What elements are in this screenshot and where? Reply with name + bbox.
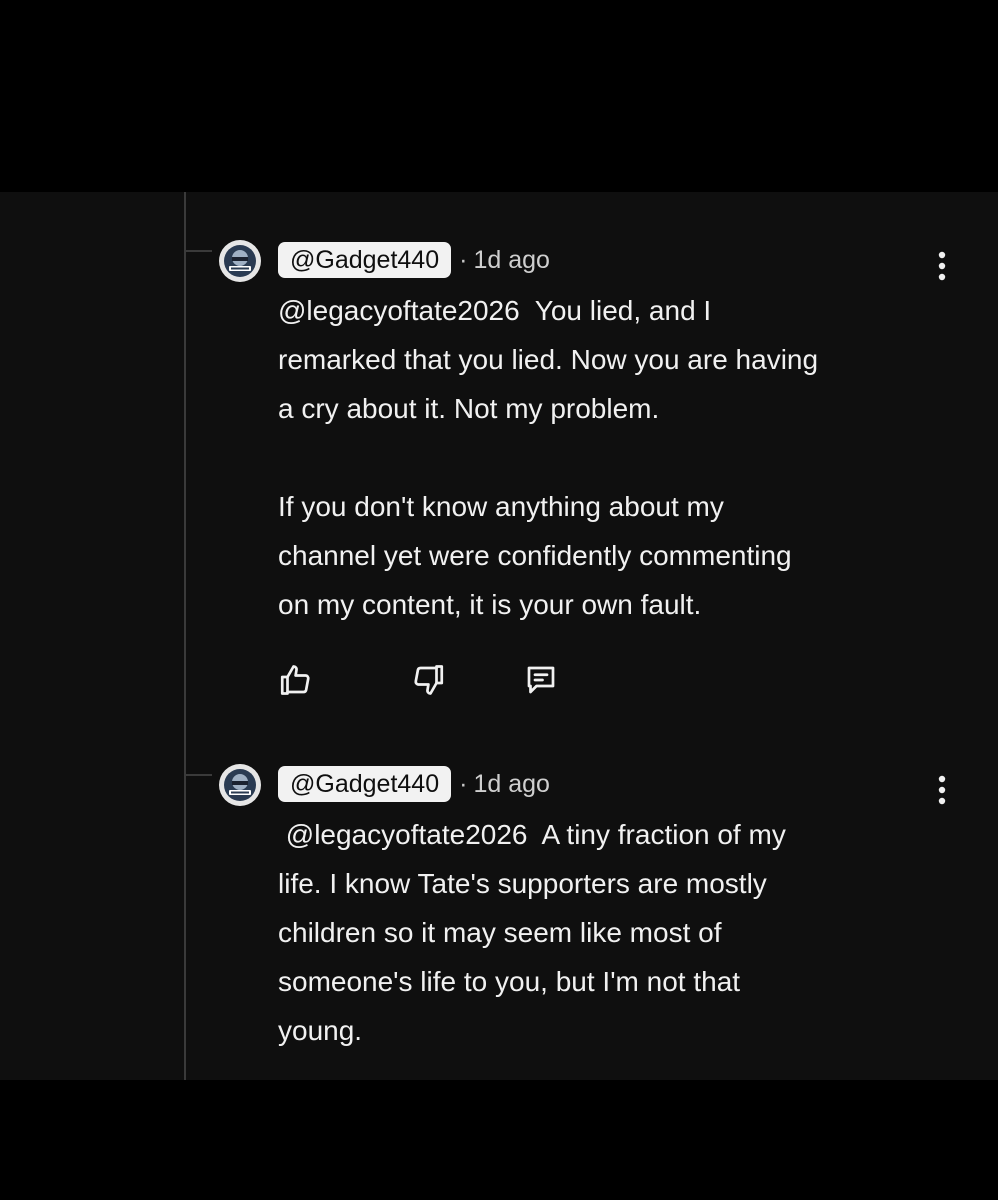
more-options-button[interactable] [920, 768, 964, 812]
gadget-channel-avatar-icon [220, 765, 260, 805]
reply-connector [186, 250, 212, 252]
comment-header: @Gadget440 · 1d ago [278, 764, 550, 804]
reply-connector [186, 774, 212, 776]
like-button[interactable] [270, 655, 320, 705]
timestamp[interactable]: 1d ago [473, 246, 549, 275]
more-options-button[interactable] [920, 244, 964, 288]
separator-dot: · [459, 245, 468, 274]
thread-line [184, 192, 186, 1080]
comment-thread-panel: @Gadget440 · 1d ago @legacyoftate2026 Yo… [0, 192, 998, 1080]
vertical-dots-icon [938, 251, 946, 281]
avatar[interactable] [219, 240, 261, 282]
thumbs-up-icon [280, 665, 310, 695]
author-handle[interactable]: @Gadget440 [278, 766, 452, 802]
thumbs-down-icon [414, 665, 444, 695]
gadget-channel-avatar-icon [220, 241, 260, 281]
comment-header: @Gadget440 · 1d ago [278, 240, 550, 280]
comment-text: @legacyoftate2026 You lied, and I remark… [278, 295, 819, 620]
separator-dot: · [459, 769, 468, 798]
avatar[interactable] [219, 764, 261, 806]
author-handle[interactable]: @Gadget440 [278, 242, 452, 278]
reply-button[interactable] [516, 655, 566, 705]
reply-comment-icon [527, 666, 555, 694]
timestamp[interactable]: 1d ago [473, 770, 549, 799]
dislike-button[interactable] [404, 655, 454, 705]
vertical-dots-icon [938, 775, 946, 805]
comment-text: @legacyoftate2026 A tiny fraction of my … [278, 819, 786, 1046]
comment-actions [270, 655, 590, 705]
